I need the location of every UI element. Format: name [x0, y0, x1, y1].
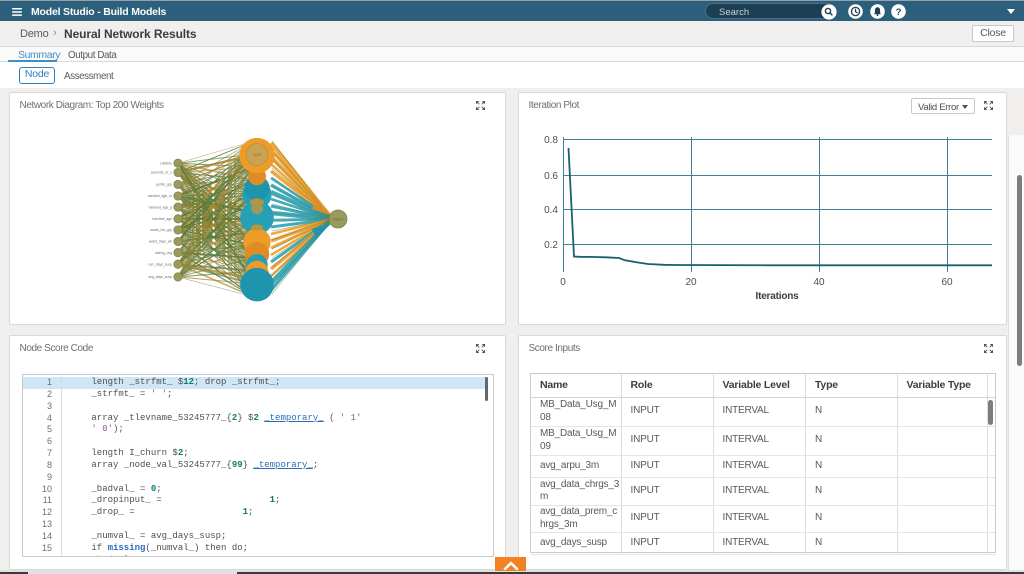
- svg-text:0.4: 0.4: [544, 205, 558, 216]
- svg-text:0: 0: [560, 277, 566, 288]
- svg-text:0.2: 0.2: [544, 240, 558, 251]
- svg-text:40: 40: [813, 277, 825, 288]
- svg-text:dating_usg: dating_usg: [155, 251, 172, 255]
- svg-text:churn1: churn1: [333, 217, 343, 221]
- svg-text:N,1,9: N,1,9: [253, 153, 261, 157]
- svg-text:handset_age: handset_age: [152, 217, 172, 221]
- svg-text:avast_days_wk: avast_days_wk: [149, 240, 172, 244]
- svg-text:curr_days_susp: curr_days_susp: [148, 262, 172, 266]
- svg-text:0.6: 0.6: [544, 171, 558, 182]
- svg-text:handset_age_g: handset_age_g: [149, 205, 172, 209]
- svg-text:Lifetime: Lifetime: [160, 161, 172, 165]
- svg-text:Iterations: Iterations: [755, 291, 799, 302]
- svg-text:?: ?: [896, 7, 902, 18]
- svg-text:avast_hrs_grp: avast_hrs_grp: [151, 228, 173, 232]
- svg-text:avg_days_susp: avg_days_susp: [148, 275, 172, 279]
- svg-text:seconds_of_u: seconds_of_u: [151, 171, 172, 175]
- svg-text:pymts_grp: pymts_grp: [156, 183, 172, 187]
- svg-text:60: 60: [941, 277, 953, 288]
- svg-text:20: 20: [685, 277, 697, 288]
- svg-text:0.8: 0.8: [544, 135, 558, 146]
- svg-text:handset_age_m: handset_age_m: [148, 194, 172, 198]
